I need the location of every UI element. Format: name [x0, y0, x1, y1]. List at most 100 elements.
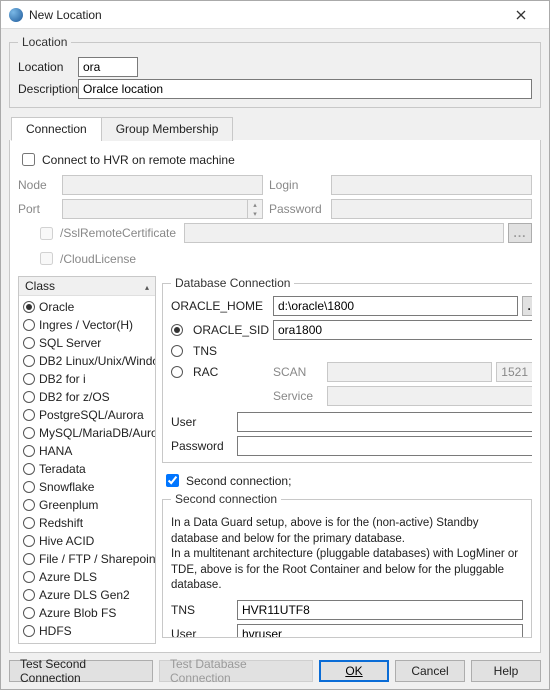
- help-button[interactable]: Help: [471, 660, 541, 682]
- tab-group-membership[interactable]: Group Membership: [101, 117, 234, 141]
- class-item-label: File / FTP / Sharepoint: [39, 552, 155, 566]
- second-conn-group: Second connection In a Data Guard setup,…: [162, 492, 532, 638]
- second-conn-legend: Second connection: [171, 492, 281, 506]
- class-header: Class: [19, 277, 155, 296]
- db-password-label: Password: [171, 439, 231, 453]
- radio-icon[interactable]: [23, 463, 35, 475]
- ok-button-label: OK: [345, 664, 362, 678]
- class-panel: Class Oracle Ingres / Vector(H) SQL Server…: [18, 276, 156, 644]
- radio-icon[interactable]: [23, 499, 35, 511]
- class-item[interactable]: Snowflake: [23, 478, 151, 496]
- radio-icon[interactable]: [23, 355, 35, 367]
- oracle-sid-radio[interactable]: [171, 324, 183, 336]
- class-item-label: Snowflake: [39, 480, 94, 494]
- remote-hvr-checkbox[interactable]: [22, 153, 35, 166]
- ssl-remote-cert-checkbox: [40, 227, 53, 240]
- class-item[interactable]: Azure DLS Gen2: [23, 586, 151, 604]
- node-label: Node: [18, 178, 56, 192]
- login-label: Login: [269, 178, 325, 192]
- class-item-label: DB2 for z/OS: [39, 390, 110, 404]
- ssl-remote-cert-input: [184, 223, 504, 243]
- radio-icon[interactable]: [23, 571, 35, 583]
- second-user-input[interactable]: [237, 624, 523, 638]
- class-item[interactable]: HDFS: [23, 622, 151, 640]
- oracle-home-input[interactable]: [273, 296, 518, 316]
- radio-icon[interactable]: [23, 535, 35, 547]
- radio-icon[interactable]: [23, 553, 35, 565]
- radio-icon[interactable]: [23, 391, 35, 403]
- class-item-label: Greenplum: [39, 498, 98, 512]
- second-tns-label: TNS: [171, 603, 231, 617]
- class-item-label: PostgreSQL/Aurora: [39, 408, 144, 422]
- close-icon: [516, 10, 526, 20]
- class-item[interactable]: DB2 for z/OS: [23, 388, 151, 406]
- radio-icon[interactable]: [23, 445, 35, 457]
- scan-port-input: [496, 362, 532, 382]
- radio-icon[interactable]: [23, 427, 35, 439]
- test-second-conn-button[interactable]: Test Second Connection: [9, 660, 153, 682]
- db-conn-group: Database Connection ORACLE_HOME ... ORAC…: [162, 276, 532, 463]
- class-item[interactable]: Ingres / Vector(H): [23, 316, 151, 334]
- test-db-conn-button: Test Database Connection: [159, 660, 313, 682]
- class-item-label: Azure DLS: [39, 570, 97, 584]
- class-item[interactable]: Greenplum: [23, 496, 151, 514]
- ok-button[interactable]: OK: [319, 660, 389, 682]
- class-item-label: Oracle: [39, 300, 74, 314]
- class-item-label: HDFS: [39, 624, 72, 638]
- class-item[interactable]: SQL Server: [23, 334, 151, 352]
- class-item[interactable]: Teradata: [23, 460, 151, 478]
- collapse-icon[interactable]: [145, 279, 149, 293]
- close-button[interactable]: [501, 1, 541, 28]
- tns-radio[interactable]: [171, 345, 183, 357]
- db-password-input[interactable]: [237, 436, 532, 456]
- class-list[interactable]: Oracle Ingres / Vector(H) SQL Server DB2 Li…: [19, 296, 155, 643]
- radio-icon[interactable]: [23, 481, 35, 493]
- db-user-input[interactable]: [237, 412, 532, 432]
- class-item-label: DB2 for i: [39, 372, 86, 386]
- ssl-remote-cert-label: /SslRemoteCertificate: [60, 226, 180, 240]
- ssl-browse-button: ...: [508, 223, 532, 243]
- radio-icon[interactable]: [23, 373, 35, 385]
- node-input: [62, 175, 263, 195]
- class-item[interactable]: Azure DLS: [23, 568, 151, 586]
- class-item[interactable]: Redshift: [23, 514, 151, 532]
- class-item[interactable]: Hive ACID: [23, 532, 151, 550]
- oracle-sid-input[interactable]: [273, 320, 532, 340]
- radio-icon[interactable]: [23, 607, 35, 619]
- scan-label: SCAN: [273, 365, 323, 379]
- location-desc-input[interactable]: [78, 79, 532, 99]
- class-item[interactable]: DB2 for i: [23, 370, 151, 388]
- radio-icon[interactable]: [23, 589, 35, 601]
- db-conn-legend: Database Connection: [171, 276, 294, 290]
- radio-icon[interactable]: [23, 625, 35, 637]
- class-item-label: SQL Server: [39, 336, 101, 350]
- oracle-home-browse-button[interactable]: ...: [522, 296, 532, 316]
- location-name-input[interactable]: [78, 57, 138, 77]
- class-item-label: DB2 Linux/Unix/Windows: [39, 354, 155, 368]
- class-item[interactable]: Azure Blob FS: [23, 604, 151, 622]
- class-item[interactable]: HANA: [23, 442, 151, 460]
- tab-connection[interactable]: Connection: [11, 117, 102, 141]
- radio-icon[interactable]: [23, 301, 35, 313]
- class-item-label: Azure DLS Gen2: [39, 588, 130, 602]
- class-item[interactable]: PostgreSQL/Aurora: [23, 406, 151, 424]
- class-item[interactable]: MySQL/MariaDB/Aurora: [23, 424, 151, 442]
- radio-icon[interactable]: [23, 409, 35, 421]
- class-item[interactable]: File / FTP / Sharepoint: [23, 550, 151, 568]
- class-item[interactable]: DB2 Linux/Unix/Windows: [23, 352, 151, 370]
- radio-icon[interactable]: [23, 337, 35, 349]
- tns-label: TNS: [193, 344, 269, 358]
- location-legend: Location: [18, 35, 71, 49]
- radio-icon[interactable]: [23, 319, 35, 331]
- rac-label: RAC: [193, 365, 269, 379]
- remote-hvr-label: Connect to HVR on remote machine: [42, 153, 235, 167]
- cancel-button[interactable]: Cancel: [395, 660, 465, 682]
- rac-radio[interactable]: [171, 366, 183, 378]
- second-tns-input[interactable]: [237, 600, 523, 620]
- port-input: [62, 199, 247, 219]
- radio-icon[interactable]: [23, 517, 35, 529]
- db-user-label: User: [171, 415, 231, 429]
- second-conn-checkbox[interactable]: [166, 474, 179, 487]
- class-item-label: MySQL/MariaDB/Aurora: [39, 426, 155, 440]
- class-item[interactable]: Oracle: [23, 298, 151, 316]
